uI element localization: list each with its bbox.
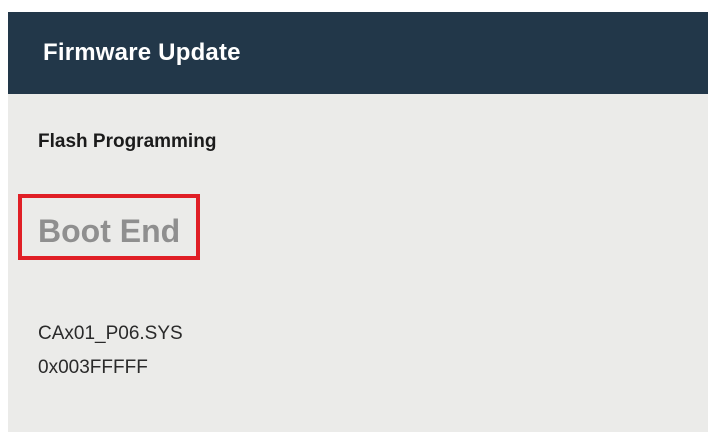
boot-status-text: Boot End <box>38 213 181 249</box>
page-title: Firmware Update <box>43 39 241 66</box>
header-bar: Firmware Update <box>8 12 708 94</box>
firmware-file-name: CAx01_P06.SYS <box>38 323 183 344</box>
firmware-update-screen: Firmware Update Flash Programming Boot E… <box>8 12 708 432</box>
section-title: Flash Programming <box>38 131 217 152</box>
firmware-address: 0x003FFFFF <box>38 357 148 378</box>
